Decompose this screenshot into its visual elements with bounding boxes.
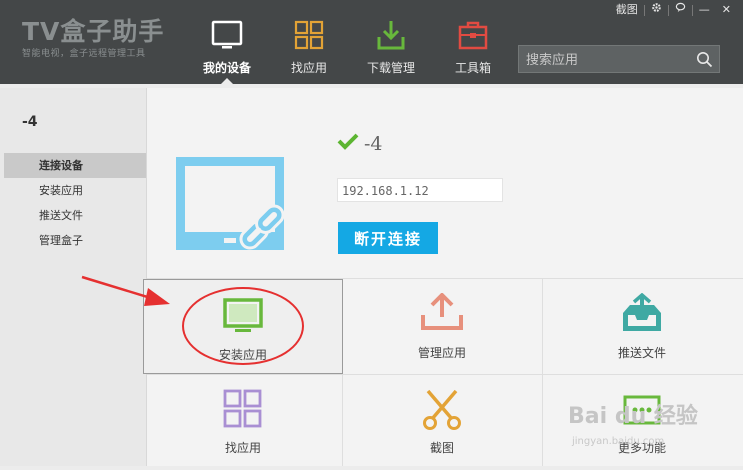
tile-manage-apps[interactable]: 管理应用 (342, 279, 542, 374)
main-nav: 我的设备 找应用 下载管理 工具箱 (186, 0, 514, 84)
upload-icon (421, 293, 463, 330)
toolbox-icon (458, 21, 488, 50)
tile-label: 推送文件 (617, 346, 666, 360)
connected-tv-icon (176, 157, 285, 250)
nav-label: 工具箱 (454, 61, 491, 75)
feedback-button[interactable] (669, 2, 692, 18)
grid-icon (294, 20, 324, 50)
sidebar-menu: 连接设备 安装应用 推送文件 管理盒子 (4, 153, 146, 253)
app-title: TV盒子助手 (22, 17, 165, 46)
device-title: -4 (22, 114, 38, 130)
chat-icon (675, 2, 686, 13)
nav-label: 找应用 (290, 61, 327, 75)
tile-push-file[interactable]: 推送文件 (542, 279, 742, 374)
settings-button[interactable] (645, 2, 668, 18)
download-icon (377, 21, 405, 50)
sidebar-item-install-app[interactable]: 安装应用 (4, 178, 146, 203)
sidebar-item-push-file[interactable]: 推送文件 (4, 203, 146, 228)
tile-screenshot[interactable]: 截图 (342, 375, 542, 470)
tile-label: 管理应用 (417, 346, 466, 360)
nav-my-devices[interactable]: 我的设备 (186, 0, 268, 84)
nav-download-manager[interactable]: 下载管理 (350, 0, 432, 84)
scissors-icon (423, 389, 461, 430)
grid-icon (223, 389, 262, 428)
tile-label: 截图 (429, 441, 454, 455)
watermark-logo: Bai du 经验 (568, 404, 698, 429)
disconnect-button[interactable]: 断开连接 (338, 222, 438, 254)
search-box (518, 45, 720, 73)
screenshot-button[interactable]: 截图 (610, 2, 644, 18)
search-icon[interactable] (696, 51, 713, 68)
ip-address-field: 192.168.1.12 (337, 178, 503, 202)
nav-label: 下载管理 (366, 61, 415, 75)
minimize-button[interactable]: — (693, 2, 716, 18)
tile-label: 找应用 (224, 441, 261, 455)
close-button[interactable]: ✕ (716, 2, 737, 18)
window-controls: 截图 — ✕ (610, 2, 737, 18)
device-name: -4 (364, 133, 383, 155)
nav-find-apps[interactable]: 找应用 (268, 0, 350, 84)
search-input[interactable] (524, 49, 688, 71)
app-subtitle: 智能电视，盒子远程管理工具 (22, 49, 146, 59)
arrow-icon (81, 275, 170, 306)
gear-icon (651, 3, 661, 12)
app-header: TV盒子助手 智能电视，盒子远程管理工具 截图 — ✕ 我的设备 找应用 下载管… (0, 0, 743, 84)
nav-toolbox[interactable]: 工具箱 (432, 0, 514, 84)
tv-icon (211, 20, 243, 49)
tile-find-apps[interactable]: 找应用 (143, 375, 343, 470)
watermark-url: jingyan.baidu.com (572, 436, 665, 447)
sidebar-item-connect-device[interactable]: 连接设备 (4, 153, 146, 178)
inbox-icon (623, 293, 661, 331)
sidebar-item-manage-box[interactable]: 管理盒子 (4, 228, 146, 253)
check-icon (337, 133, 359, 150)
highlight-ellipse (182, 287, 304, 365)
nav-label: 我的设备 (202, 61, 251, 75)
